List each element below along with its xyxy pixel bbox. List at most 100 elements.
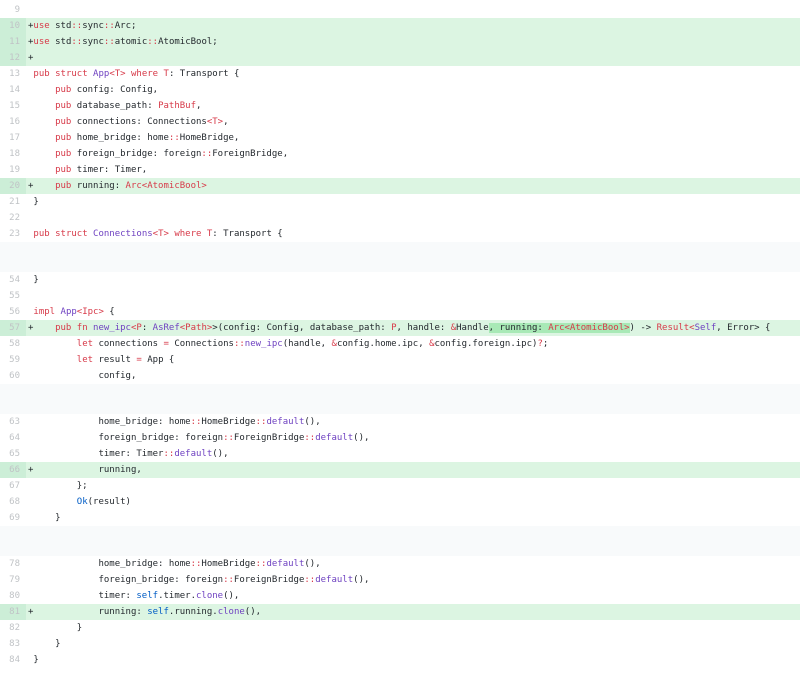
diff-line: 57 + pub fn new_ipc<P: AsRef<Path>>(confi… — [0, 320, 800, 336]
diff-line: 14 pub config: Config, — [0, 82, 800, 98]
collapsed-lines-gap — [0, 242, 800, 272]
code-token: config: Config, — [71, 85, 159, 95]
line-number[interactable]: 16 — [0, 114, 26, 130]
code-token: :: — [71, 37, 83, 47]
code-token: :: — [223, 433, 234, 443]
line-number[interactable]: 58 — [0, 336, 26, 352]
code-token: where — [131, 69, 159, 79]
line-number[interactable]: 59 — [0, 352, 26, 368]
code-token: } — [28, 513, 61, 523]
code-token: foreign_bridge: foreign — [71, 149, 202, 159]
code-line: let result = App { — [26, 352, 800, 368]
code-token: :: — [103, 21, 115, 31]
code-token: config, — [28, 371, 137, 381]
line-number[interactable]: 78 — [0, 556, 26, 572]
diff-line: 66 + running, — [0, 462, 800, 478]
line-number[interactable]: 68 — [0, 494, 26, 510]
code-line: home_bridge: home::HomeBridge::default()… — [26, 556, 800, 572]
code-token: pub — [55, 101, 72, 111]
code-token: connections — [93, 339, 164, 349]
line-number[interactable]: 21 — [0, 194, 26, 210]
line-number[interactable]: 10 — [0, 18, 26, 34]
line-number[interactable]: 79 — [0, 572, 26, 588]
diff-line: 65 timer: Timer::default(), — [0, 446, 800, 462]
code-token: :: — [103, 37, 115, 47]
code-token: <T> — [152, 229, 169, 239]
diff-line: 68 Ok(result) — [0, 494, 800, 510]
line-number[interactable]: 60 — [0, 368, 26, 384]
code-token: , — [196, 101, 202, 111]
code-token: Handle — [456, 323, 489, 333]
diff-line: 18 pub foreign_bridge: foreign::ForeignB… — [0, 146, 800, 162]
line-number[interactable]: 65 — [0, 446, 26, 462]
line-number[interactable]: 20 — [0, 178, 26, 194]
code-token: home_bridge: home — [71, 133, 169, 143]
code-token: } — [28, 197, 39, 207]
line-number[interactable]: 23 — [0, 226, 26, 242]
diff-line: 58 let connections = Connections::new_ip… — [0, 336, 800, 352]
line-number[interactable]: 63 — [0, 414, 26, 430]
line-number[interactable]: 54 — [0, 272, 26, 288]
line-number[interactable]: 14 — [0, 82, 26, 98]
line-number[interactable]: 84 — [0, 652, 26, 668]
diff-line: 59 let result = App { — [0, 352, 800, 368]
code-line: pub home_bridge: home::HomeBridge, — [26, 130, 800, 146]
code-token: App { — [141, 355, 175, 365]
code-token: pub — [33, 229, 50, 239]
code-token: :: — [304, 433, 316, 443]
line-number[interactable]: 55 — [0, 288, 26, 304]
code-line: +use std::sync::Arc; — [26, 18, 800, 34]
code-token: Arc; — [114, 21, 137, 31]
code-line: } — [26, 194, 800, 210]
code-line: timer: self.timer.clone(), — [26, 588, 800, 604]
code-token: : — [141, 323, 153, 333]
line-number[interactable]: 22 — [0, 210, 26, 226]
line-number[interactable]: 13 — [0, 66, 26, 82]
line-number[interactable]: 9 — [0, 2, 26, 18]
line-number[interactable]: 64 — [0, 430, 26, 446]
code-token: default — [266, 417, 305, 427]
code-token: std — [49, 21, 72, 31]
code-token: (), — [304, 417, 321, 427]
code-token: }; — [28, 481, 88, 491]
code-line: pub foreign_bridge: foreign::ForeignBrid… — [26, 146, 800, 162]
line-number[interactable]: 69 — [0, 510, 26, 526]
line-number[interactable]: 81 — [0, 604, 26, 620]
code-token: new_ipc — [93, 323, 131, 333]
diff-line: 20 + pub running: Arc<AtomicBool> — [0, 178, 800, 194]
code-line: foreign_bridge: foreign::ForeignBridge::… — [26, 430, 800, 446]
line-number[interactable]: 15 — [0, 98, 26, 114]
line-number[interactable]: 83 — [0, 636, 26, 652]
code-token: } — [28, 275, 39, 285]
code-token: + — [28, 53, 34, 63]
line-number[interactable]: 67 — [0, 478, 26, 494]
code-token: default — [315, 575, 354, 585]
line-number[interactable]: 18 — [0, 146, 26, 162]
line-number[interactable]: 82 — [0, 620, 26, 636]
code-line: }; — [26, 478, 800, 494]
diff-line: 79 foreign_bridge: foreign::ForeignBridg… — [0, 572, 800, 588]
code-token: Result< — [656, 323, 695, 333]
line-number[interactable]: 80 — [0, 588, 26, 604]
code-token: pub — [55, 323, 72, 333]
line-number[interactable]: 11 — [0, 34, 26, 50]
line-number[interactable]: 66 — [0, 462, 26, 478]
code-token: HomeBridge — [201, 559, 256, 569]
diff-line: 11 +use std::sync::atomic::AtomicBool; — [0, 34, 800, 50]
line-number[interactable]: 56 — [0, 304, 26, 320]
line-number[interactable]: 17 — [0, 130, 26, 146]
code-token: :: — [168, 133, 180, 143]
code-token: } — [28, 639, 61, 649]
code-line: + running, — [26, 462, 800, 478]
code-token: timer: — [28, 591, 137, 601]
line-number[interactable]: 19 — [0, 162, 26, 178]
line-number[interactable]: 57 — [0, 320, 26, 336]
line-number[interactable]: 12 — [0, 50, 26, 66]
diff-line: 64 foreign_bridge: foreign::ForeignBridg… — [0, 430, 800, 446]
code-token: timer: Timer, — [71, 165, 148, 175]
diff-line: 60 config, — [0, 368, 800, 384]
